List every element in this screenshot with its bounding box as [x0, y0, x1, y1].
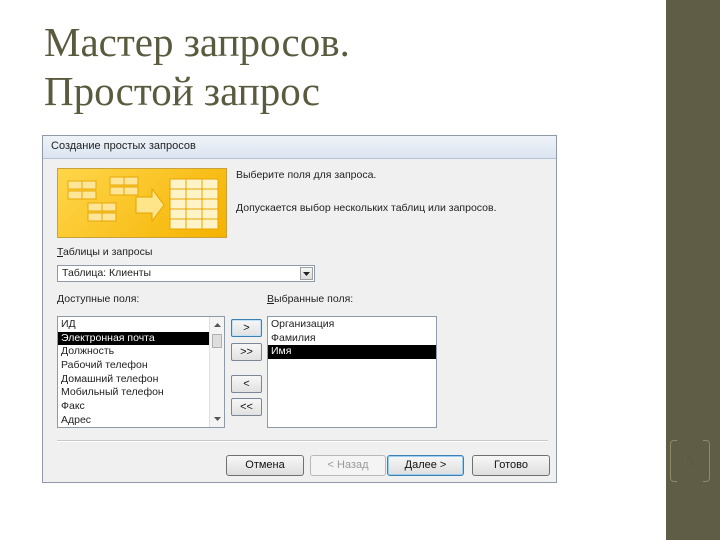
slide-title-line1: Мастер запросов.: [44, 19, 350, 65]
list-item[interactable]: Рабочий телефон: [58, 359, 224, 373]
page-number: 5: [662, 440, 718, 482]
scroll-down-icon[interactable]: [210, 412, 224, 426]
slide-title-line2: Простой запрос: [44, 68, 320, 114]
wizard-illustration: [57, 168, 227, 238]
available-fields-label: Доступные поля:: [57, 293, 139, 305]
instruction-multiple-tables: Допускается выбор нескольких таблиц или …: [236, 202, 497, 214]
selected-label-accel: В: [267, 293, 275, 305]
selected-label-rest: ыбранные поля:: [274, 293, 354, 305]
slide-title: Мастер запросов. Простой запрос: [44, 18, 644, 116]
available-fields-list[interactable]: ИД Электронная почта Должность Рабочий т…: [57, 316, 225, 428]
available-label-rest: оступные поля:: [64, 293, 140, 305]
cancel-button[interactable]: Отмена: [226, 455, 304, 476]
tables-label: Таблицы и запросы: [57, 246, 152, 258]
table-select[interactable]: Таблица: Клиенты: [57, 265, 315, 282]
button-separator: [57, 440, 548, 442]
selected-fields-list[interactable]: Организация Фамилия Имя: [267, 316, 437, 428]
list-item[interactable]: Мобильный телефон: [58, 386, 224, 400]
list-item[interactable]: Адрес: [58, 414, 224, 427]
scroll-thumb[interactable]: [212, 334, 222, 348]
remove-all-fields-button[interactable]: <<: [231, 398, 262, 416]
vertical-scrollbar[interactable]: [209, 317, 224, 427]
chevron-down-icon: [303, 271, 310, 276]
list-item[interactable]: ИД: [58, 318, 224, 332]
list-item[interactable]: Должность: [58, 345, 224, 359]
next-button[interactable]: Далее >: [387, 455, 464, 476]
dropdown-button[interactable]: [300, 267, 313, 280]
scroll-up-icon[interactable]: [210, 318, 224, 332]
remove-field-button[interactable]: <: [231, 375, 262, 393]
finish-button[interactable]: Готово: [472, 455, 550, 476]
dialog-titlebar: Создание простых запросов: [43, 136, 556, 159]
add-all-fields-button[interactable]: >>: [231, 343, 262, 361]
simple-query-wizard-dialog: Создание простых запросов Выберите поля …: [42, 135, 557, 483]
list-item[interactable]: Факс: [58, 400, 224, 414]
table-select-value: Таблица: Клиенты: [62, 267, 152, 279]
selected-fields-label: Выбранные поля:: [267, 293, 353, 305]
list-item[interactable]: Электронная почта: [58, 331, 224, 346]
dialog-title: Создание простых запросов: [51, 140, 196, 152]
add-field-button[interactable]: >: [231, 319, 262, 337]
page-number-left-bracket: [670, 440, 677, 482]
list-item[interactable]: Имя: [268, 345, 436, 360]
page-number-value: 5: [686, 452, 694, 469]
list-item[interactable]: Фамилия: [268, 332, 436, 346]
tables-label-rest: аблицы и запросы: [62, 246, 153, 258]
list-item[interactable]: Организация: [268, 318, 436, 332]
back-button[interactable]: < Назад: [310, 455, 386, 476]
instruction-select-fields: Выберите поля для запроса.: [236, 169, 377, 181]
list-item[interactable]: Домашний телефон: [58, 373, 224, 387]
page-number-right-bracket: [703, 440, 710, 482]
